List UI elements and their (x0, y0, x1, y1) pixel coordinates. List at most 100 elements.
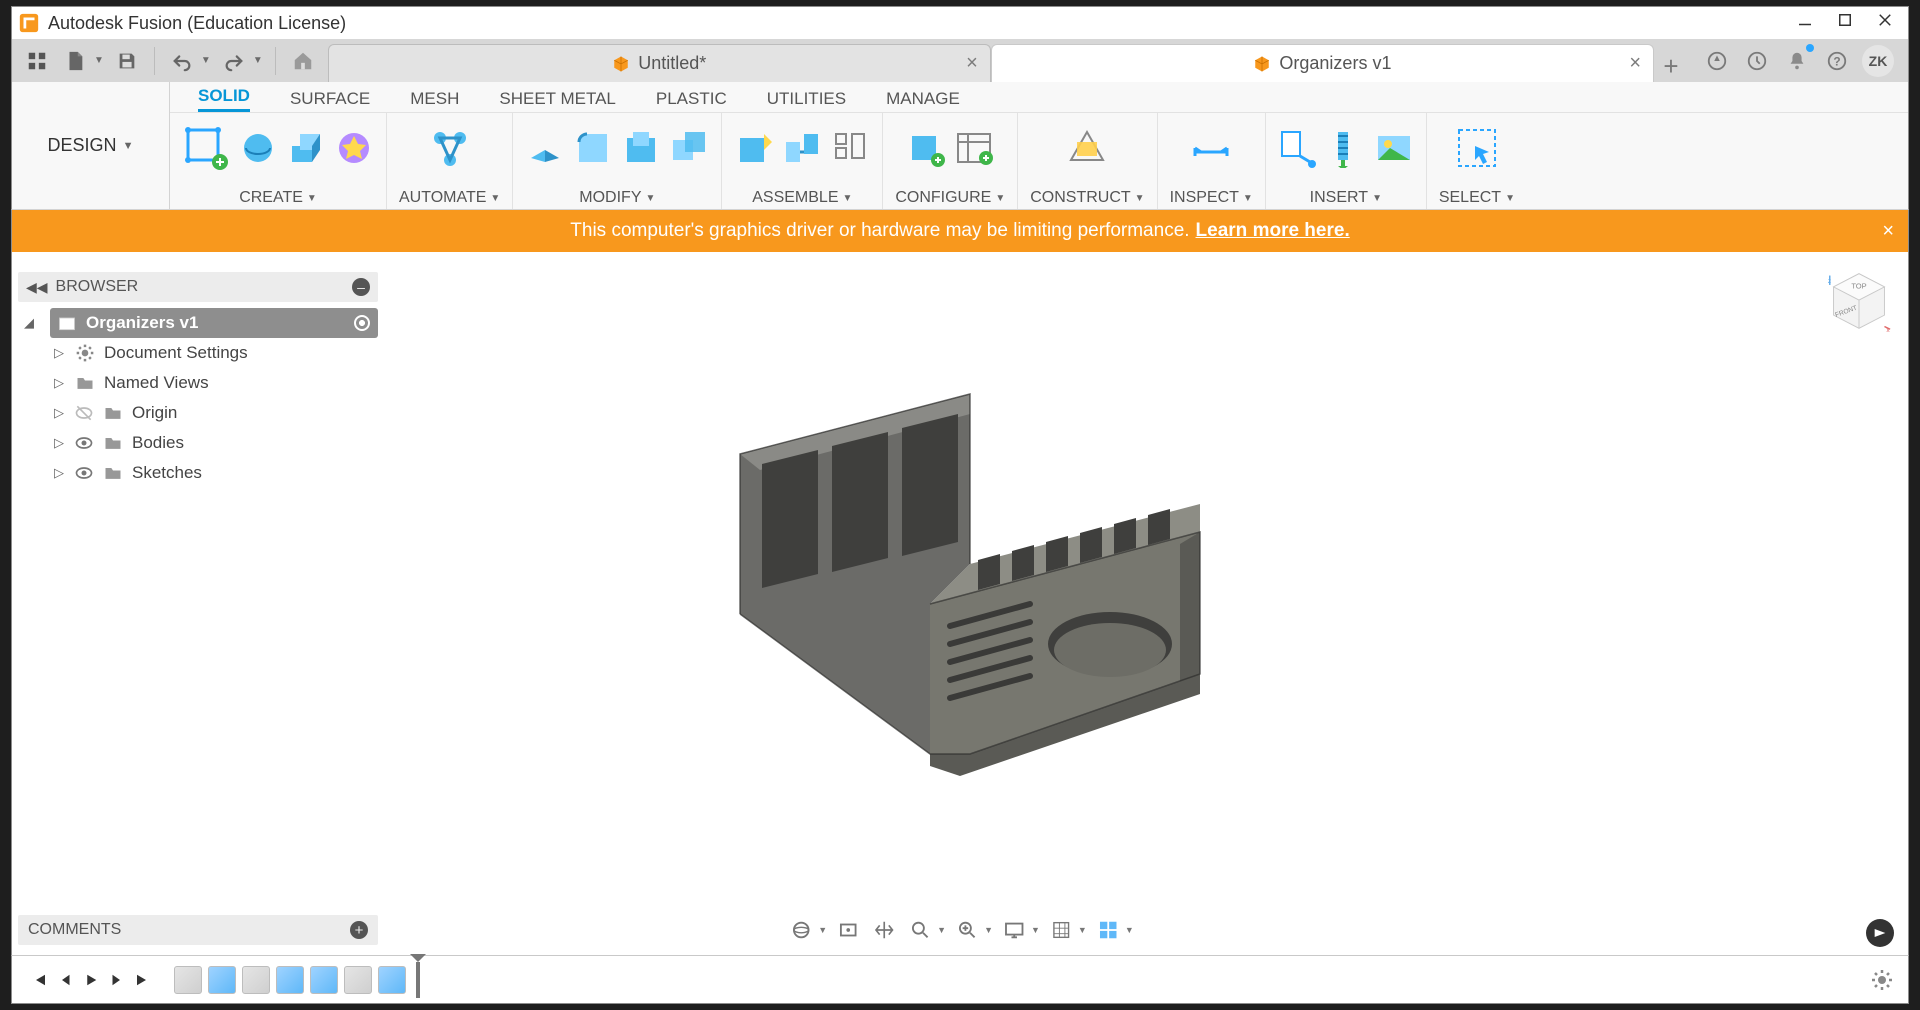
help-button[interactable]: ? (1822, 46, 1852, 76)
insert-decal-icon[interactable] (1374, 128, 1414, 168)
collapse-icon[interactable]: ◀◀ (26, 279, 48, 296)
timeline-feature[interactable] (344, 966, 372, 994)
timeline-play-button[interactable] (78, 967, 104, 993)
warning-link[interactable]: Learn more here. (1196, 220, 1350, 242)
timeline-feature[interactable] (310, 966, 338, 994)
extensions-button[interactable] (1702, 46, 1732, 76)
tree-item-sketches[interactable]: ▷ Sketches (46, 458, 378, 488)
timeline-start-button[interactable] (26, 967, 52, 993)
tree-twisty-icon[interactable]: ▷ (52, 345, 66, 361)
new-component-icon[interactable] (734, 128, 774, 168)
tree-item-named-views[interactable]: ▷ Named Views (46, 368, 378, 398)
visibility-icon[interactable] (74, 433, 94, 453)
close-button[interactable] (1876, 11, 1894, 35)
timeline-feature[interactable] (242, 966, 270, 994)
pan-button[interactable] (869, 915, 899, 945)
browser-options-icon[interactable]: – (352, 278, 370, 296)
active-component-radio[interactable] (354, 315, 370, 331)
tab-close-icon[interactable]: × (966, 52, 978, 75)
maximize-button[interactable] (1836, 11, 1854, 35)
group-label: SELECT (1439, 189, 1501, 207)
timeline-cursor[interactable] (416, 962, 420, 998)
configure-icon[interactable] (906, 128, 946, 168)
ribbon-tab-sheetmetal[interactable]: SHEET METAL (499, 89, 616, 112)
ribbon: DESIGN▼ SOLID SURFACE MESH SHEET METAL P… (11, 82, 1909, 210)
ribbon-tab-mesh[interactable]: MESH (410, 89, 459, 112)
document-tab-organizers[interactable]: Organizers v1 × (991, 44, 1654, 82)
file-menu[interactable] (60, 46, 90, 76)
browser-title: BROWSER (56, 278, 139, 296)
save-button[interactable] (112, 46, 142, 76)
shell-icon[interactable] (621, 128, 661, 168)
timeline-feature[interactable] (276, 966, 304, 994)
tree-root[interactable]: Organizers v1 (50, 308, 378, 338)
select-icon[interactable] (1453, 124, 1501, 172)
undo-button[interactable] (167, 46, 197, 76)
browser-header[interactable]: ◀◀ BROWSER – (18, 272, 378, 302)
tree-twisty-icon[interactable]: ◢ (24, 315, 34, 331)
timeline-feature[interactable] (208, 966, 236, 994)
ribbon-tab-surface[interactable]: SURFACE (290, 89, 370, 112)
timeline-end-button[interactable] (130, 967, 156, 993)
viewport-layout-button[interactable] (1093, 915, 1123, 945)
ribbon-tab-utilities[interactable]: UTILITIES (767, 89, 846, 112)
fit-button[interactable] (952, 915, 982, 945)
tree-item-origin[interactable]: ▷ Origin (46, 398, 378, 428)
create-form-icon[interactable] (238, 128, 278, 168)
tree-item-document-settings[interactable]: ▷ Document Settings (46, 338, 378, 368)
ribbon-tab-plastic[interactable]: PLASTIC (656, 89, 727, 112)
timeline-settings-button[interactable] (1870, 968, 1894, 992)
manage-configs-icon[interactable] (954, 128, 994, 168)
insert-derive-icon[interactable] (1278, 128, 1318, 168)
grid-settings-button[interactable] (1046, 915, 1076, 945)
model-viewport[interactable] (700, 374, 1220, 804)
tree-item-bodies[interactable]: ▷ Bodies (46, 428, 378, 458)
timeline-feature[interactable] (378, 966, 406, 994)
group-label: ASSEMBLE (752, 189, 838, 207)
ribbon-tab-manage[interactable]: MANAGE (886, 89, 960, 112)
home-button[interactable] (288, 46, 318, 76)
emboss-icon[interactable] (334, 128, 374, 168)
combine-icon[interactable] (669, 128, 709, 168)
orbit-button[interactable] (786, 915, 816, 945)
joint-icon[interactable] (782, 128, 822, 168)
timeline-feature[interactable] (174, 966, 202, 994)
fillet-icon[interactable] (573, 128, 613, 168)
tree-twisty-icon[interactable]: ▷ (52, 375, 66, 391)
tree-twisty-icon[interactable]: ▷ (52, 465, 66, 481)
ribbon-tab-solid[interactable]: SOLID (198, 86, 250, 112)
extrude-icon[interactable] (286, 128, 326, 168)
view-cube[interactable]: TOP FRONT z x (1826, 268, 1892, 334)
redo-button[interactable] (219, 46, 249, 76)
document-tab-untitled[interactable]: Untitled* × (328, 44, 991, 82)
warning-close-icon[interactable]: × (1882, 220, 1894, 243)
insert-mcmaster-icon[interactable] (1326, 128, 1366, 168)
job-status-button[interactable] (1742, 46, 1772, 76)
data-panel-button[interactable] (22, 46, 52, 76)
automate-icon[interactable] (426, 124, 474, 172)
new-tab-button[interactable]: + (1654, 51, 1688, 82)
timeline-step-fwd-button[interactable] (104, 967, 130, 993)
canvas[interactable]: ◀◀ BROWSER – ◢ Organizers v1 ▷ Document … (11, 252, 1909, 955)
zoom-button[interactable] (905, 915, 935, 945)
add-comment-icon[interactable]: + (350, 921, 368, 939)
tree-twisty-icon[interactable]: ▷ (52, 405, 66, 421)
visibility-hidden-icon[interactable] (74, 403, 94, 423)
display-settings-button[interactable] (999, 915, 1029, 945)
align-icon[interactable] (830, 128, 870, 168)
comments-header[interactable]: COMMENTS + (18, 915, 378, 945)
create-sketch-icon[interactable] (182, 124, 230, 172)
minimize-button[interactable] (1796, 11, 1814, 35)
visibility-icon[interactable] (74, 463, 94, 483)
feedback-badge[interactable] (1866, 919, 1894, 947)
construct-plane-icon[interactable] (1063, 124, 1111, 172)
look-at-button[interactable] (833, 915, 863, 945)
tab-close-icon[interactable]: × (1629, 52, 1641, 75)
notifications-button[interactable] (1782, 46, 1812, 76)
tree-twisty-icon[interactable]: ▷ (52, 435, 66, 451)
timeline-step-back-button[interactable] (52, 967, 78, 993)
measure-icon[interactable] (1187, 124, 1235, 172)
workspace-selector[interactable]: DESIGN▼ (12, 82, 170, 209)
press-pull-icon[interactable] (525, 128, 565, 168)
user-avatar[interactable]: ZK (1862, 45, 1894, 77)
